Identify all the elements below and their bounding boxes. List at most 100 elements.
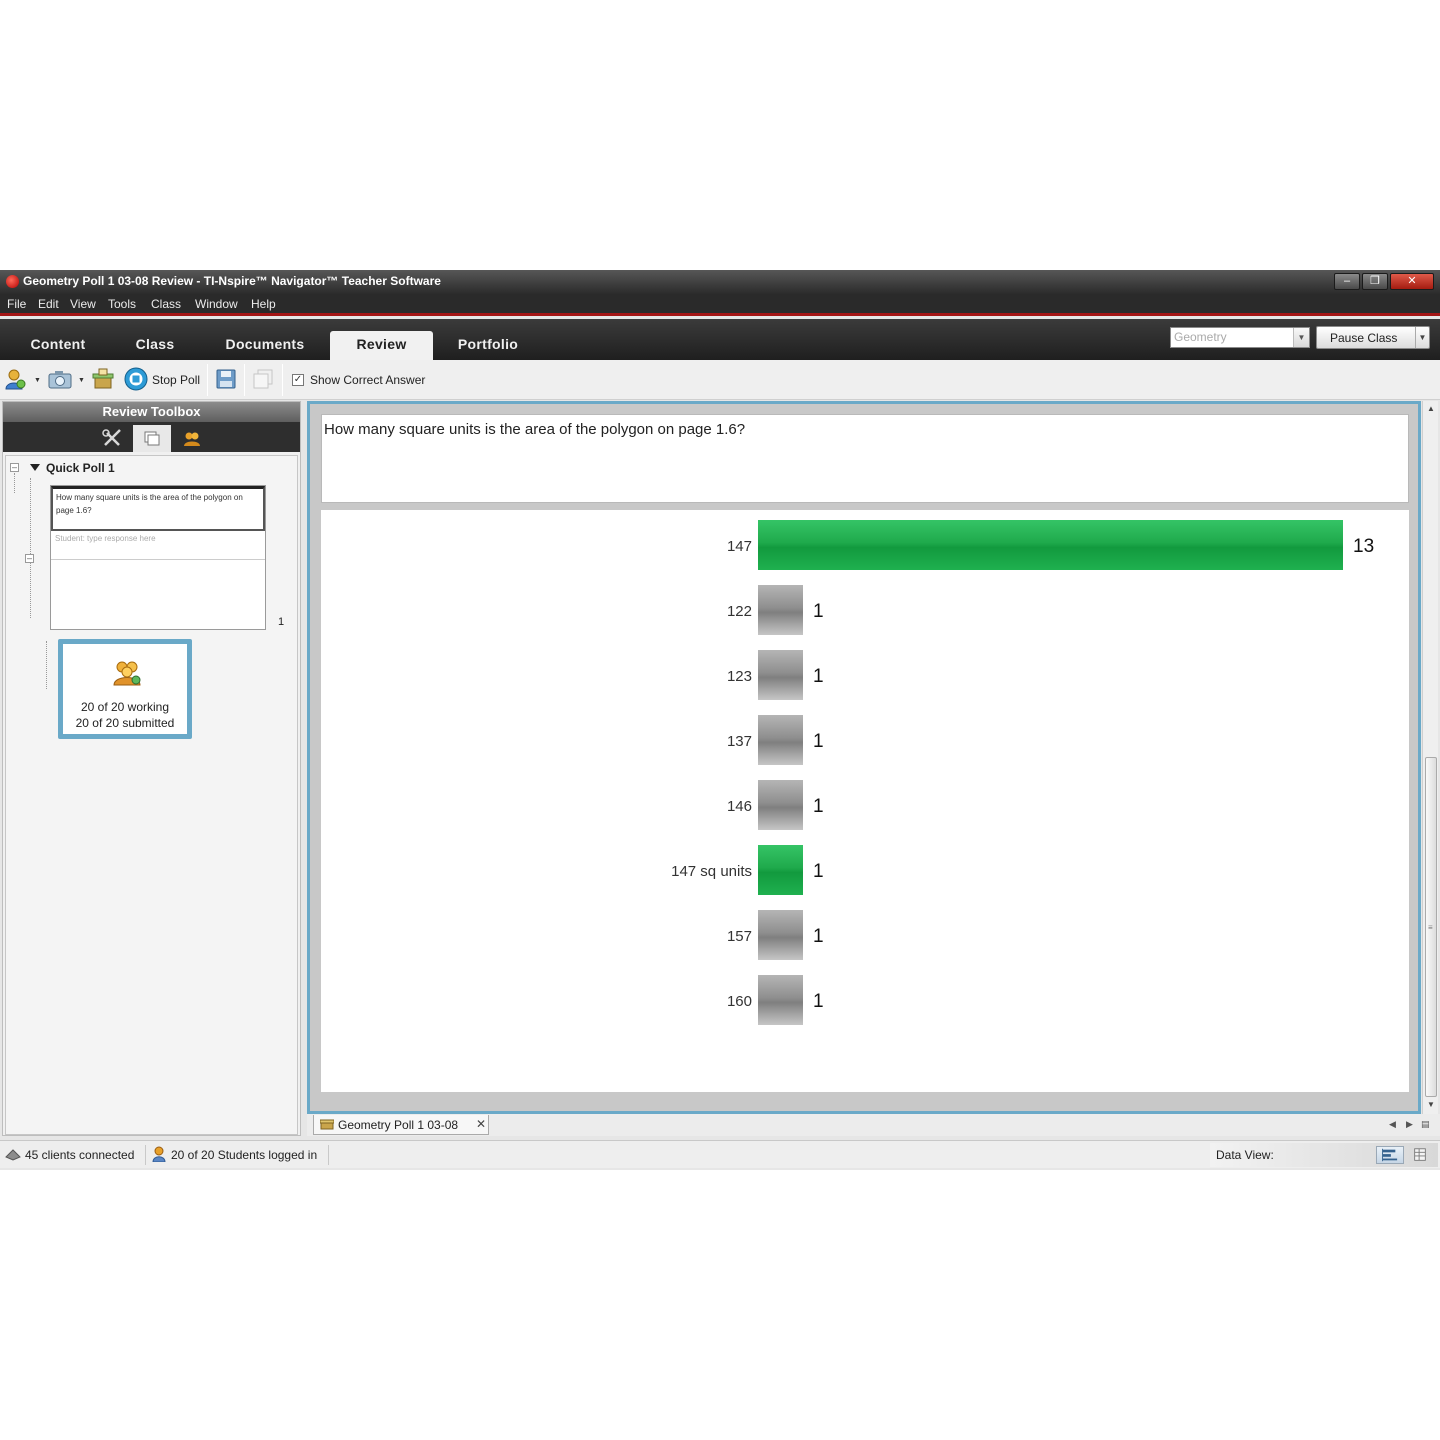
tree-line	[30, 478, 31, 618]
toolbox-title: Review Toolbox	[3, 402, 300, 422]
show-correct-answer-label[interactable]: Show Correct Answer	[310, 373, 425, 387]
vertical-scrollbar[interactable]: ▲ ≡ ▼	[1422, 401, 1438, 1114]
bar-label: 160	[727, 993, 752, 1010]
close-button[interactable]: ✕	[1390, 273, 1434, 290]
scroll-thumb[interactable]: ≡	[1425, 757, 1437, 1097]
save-icon[interactable]	[215, 368, 237, 390]
bar-value: 1	[813, 926, 824, 947]
question-preview-text: How many square units is the area of the…	[51, 486, 265, 531]
bar-label: 137	[727, 733, 752, 750]
pause-class-button[interactable]: Pause Class ▼	[1316, 326, 1430, 349]
class-select-value: Geometry	[1174, 330, 1227, 344]
bar-incorrect[interactable]	[758, 585, 803, 635]
bar-value: 1	[813, 601, 824, 622]
bar-chart-view-button[interactable]	[1376, 1146, 1404, 1164]
tools-icon[interactable]	[93, 425, 131, 452]
bar-incorrect[interactable]	[758, 650, 803, 700]
tab-documents[interactable]: Documents	[214, 331, 316, 360]
bar-incorrect[interactable]	[758, 780, 803, 830]
tab-class[interactable]: Class	[122, 331, 188, 360]
bar-label: 122	[727, 603, 752, 620]
tab-bar: Content Class Documents Review Portfolio…	[0, 319, 1440, 360]
status-divider	[145, 1145, 146, 1165]
copy-icon	[253, 369, 273, 389]
tree-line	[14, 473, 15, 493]
network-icon	[5, 1149, 21, 1161]
tab-content[interactable]: Content	[18, 331, 98, 360]
triangle-down-icon[interactable]	[30, 464, 40, 471]
status-divider	[328, 1145, 329, 1165]
window-title: Geometry Poll 1 03-08 Review - TI-Nspire…	[23, 274, 441, 288]
bar-label: 146	[727, 798, 752, 815]
chevron-down-icon[interactable]: ▼	[1293, 328, 1309, 347]
close-icon[interactable]: ✕	[476, 1117, 486, 1131]
stop-poll-icon[interactable]	[124, 367, 148, 391]
minimize-button[interactable]: –	[1334, 273, 1360, 290]
question-thumbnail[interactable]: How many square units is the area of the…	[50, 485, 266, 630]
review-tree: – – Quick Poll 1 How many square units i…	[5, 455, 298, 1135]
toolbox-tabs	[3, 422, 300, 452]
data-view-panel: Data View:	[1210, 1143, 1438, 1167]
pages-icon[interactable]	[133, 425, 171, 452]
results-frame: How many square units is the area of the…	[307, 401, 1421, 1114]
grip-icon: ≡	[1428, 923, 1433, 932]
bar-incorrect[interactable]	[758, 910, 803, 960]
students-icon[interactable]	[173, 425, 211, 452]
menu-help[interactable]: Help	[251, 297, 276, 311]
bar-correct[interactable]	[758, 520, 1343, 570]
document-tab[interactable]: Geometry Poll 1 03-08 ✕	[313, 1115, 489, 1135]
toolbar-divider	[282, 364, 283, 396]
tab-review[interactable]: Review	[330, 331, 433, 360]
question-box: How many square units is the area of the…	[321, 414, 1409, 503]
bar-label: 157	[727, 928, 752, 945]
status-bar: 45 clients connected 20 of 20 Students l…	[0, 1140, 1440, 1168]
bar-incorrect[interactable]	[758, 715, 803, 765]
menu-view[interactable]: View	[70, 297, 96, 311]
table-view-button[interactable]	[1408, 1146, 1432, 1164]
class-select[interactable]: Geometry ▼	[1170, 327, 1310, 348]
document-tab-strip: Geometry Poll 1 03-08 ✕ ◀ ▶ ▤	[307, 1114, 1440, 1136]
tree-item-quick-poll[interactable]: Quick Poll 1	[46, 461, 115, 475]
camera-icon[interactable]	[48, 368, 72, 390]
bar-incorrect[interactable]	[758, 975, 803, 1025]
menu-class[interactable]: Class	[151, 297, 181, 311]
tab-portfolio[interactable]: Portfolio	[446, 331, 530, 360]
class-status-card[interactable]: 20 of 20 working 20 of 20 submitted	[58, 639, 192, 739]
menu-tools[interactable]: Tools	[108, 297, 136, 311]
bar-chart-icon	[1382, 1148, 1398, 1162]
status-submitted: 20 of 20 submitted	[75, 716, 175, 730]
bar-label: 123	[727, 668, 752, 685]
results-chart: 147 13 122 1 123 1 137 1 146 1 147 sq units 1 157 1 16…	[671, 520, 1374, 1025]
bar-value: 1	[813, 666, 824, 687]
menu-file[interactable]: File	[7, 297, 26, 311]
collect-files-icon[interactable]	[92, 368, 114, 390]
clients-connected: 45 clients connected	[25, 1148, 135, 1162]
app-logo-icon	[6, 275, 19, 288]
table-icon	[1414, 1148, 1426, 1161]
students-logged-in: 20 of 20 Students logged in	[171, 1148, 318, 1162]
collapse-icon[interactable]: –	[10, 463, 19, 472]
scroll-down-icon[interactable]: ▼	[1424, 1098, 1438, 1112]
tab-list-icon[interactable]: ▤	[1421, 1119, 1430, 1130]
question-text: How many square units is the area of the…	[324, 421, 746, 438]
question-count: 1	[278, 616, 285, 628]
menu-edit[interactable]: Edit	[38, 297, 59, 311]
collapse-icon[interactable]: –	[25, 554, 34, 563]
scroll-up-icon[interactable]: ▲	[1424, 402, 1438, 416]
toolbar: ▼ ▼ Stop Poll ✓ Show Correct Answer	[0, 360, 1440, 400]
tab-scroll-left-icon[interactable]: ◀	[1389, 1119, 1396, 1130]
menu-window[interactable]: Window	[195, 297, 238, 311]
bar-value: 13	[1353, 536, 1374, 557]
tab-scroll-right-icon[interactable]: ▶	[1406, 1119, 1413, 1130]
chevron-down-icon[interactable]: ▼	[34, 377, 41, 384]
review-toolbox: Review Toolbox – – Quick Poll 1 How many…	[2, 401, 301, 1136]
stop-poll-button[interactable]: Stop Poll	[152, 373, 200, 387]
bar-label: 147 sq units	[671, 863, 752, 880]
bar-correct[interactable]	[758, 845, 803, 895]
users-icon[interactable]	[4, 368, 26, 390]
show-correct-answer-checkbox[interactable]: ✓	[292, 374, 304, 386]
chevron-down-icon[interactable]: ▼	[78, 377, 85, 384]
response-placeholder: Student: type response here	[51, 532, 265, 560]
chevron-down-icon[interactable]: ▼	[1415, 327, 1429, 348]
maximize-button[interactable]: ❐	[1362, 273, 1388, 290]
